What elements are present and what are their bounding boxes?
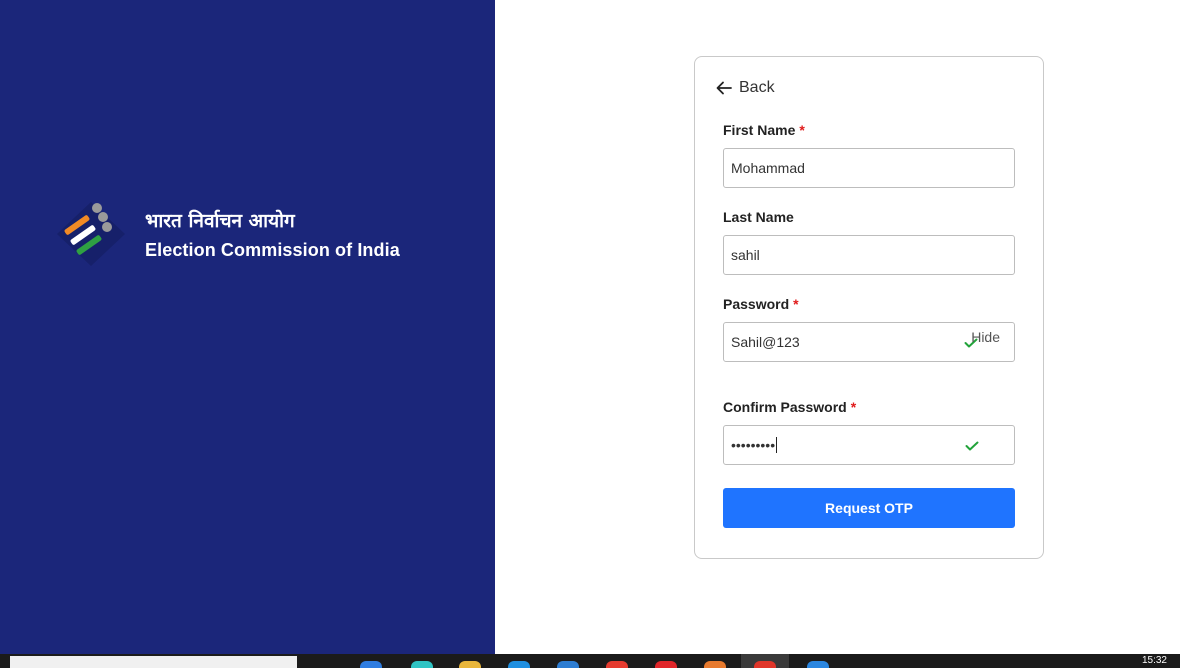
brand-english-name: Election Commission of India <box>145 239 400 260</box>
last-name-value: sahil <box>731 247 760 263</box>
taskbar-app-icon[interactable] <box>606 661 628 668</box>
last-name-input[interactable]: sahil <box>723 235 1015 275</box>
last-name-label-text: Last Name <box>723 209 794 225</box>
brand-hindi-name: भारत निर्वाचन आयोग <box>145 209 295 232</box>
taskbar-app-icon[interactable] <box>807 661 829 668</box>
required-mark: * <box>793 296 799 312</box>
taskbar-app-icon[interactable] <box>411 661 433 668</box>
first-name-label-text: First Name <box>723 122 796 138</box>
taskbar-app-icon[interactable] <box>704 661 726 668</box>
first-name-value: Mohammad <box>731 160 805 176</box>
required-mark: * <box>799 122 805 138</box>
request-otp-button[interactable]: Request OTP <box>723 488 1015 528</box>
confirm-password-masked: ••••••••• <box>731 437 776 453</box>
arrow-left-icon <box>716 81 732 95</box>
taskbar-app-icon[interactable] <box>360 661 382 668</box>
confirm-password-label-text: Confirm Password <box>723 399 847 415</box>
taskbar-app-icon[interactable] <box>655 661 677 668</box>
taskbar-app-icon[interactable] <box>557 661 579 668</box>
password-input[interactable]: Sahil@123 Hide <box>723 322 1015 362</box>
chrome-icon[interactable] <box>754 661 776 668</box>
last-name-label: Last Name <box>723 209 794 225</box>
first-name-input[interactable]: Mohammad <box>723 148 1015 188</box>
back-button[interactable]: Back <box>715 79 775 97</box>
required-mark: * <box>850 399 857 415</box>
first-name-label: First Name * <box>723 122 805 138</box>
taskbar: 15:32 <box>0 654 1180 668</box>
folder-icon[interactable] <box>459 661 481 668</box>
eci-logo-icon <box>55 200 127 268</box>
confirm-password-value: ••••••••• <box>731 437 778 453</box>
text-caret <box>776 437 778 453</box>
check-icon <box>965 441 979 451</box>
brand-title: भारत निर्वाचन आयोग Election Commission o… <box>145 208 400 261</box>
password-value: Sahil@123 <box>731 334 800 350</box>
confirm-password-label: Confirm Password * <box>723 399 856 415</box>
signup-card: Back First Name * Mohammad Last Name sahi… <box>694 56 1044 559</box>
password-label-text: Password <box>723 296 790 312</box>
taskbar-clock: 15:32 <box>1141 655 1167 666</box>
brand-block: भारत निर्वाचन आयोग Election Commission o… <box>55 200 400 268</box>
back-label: Back <box>739 79 775 96</box>
taskbar-search-box[interactable] <box>10 656 297 668</box>
brand-panel: भारत निर्वाचन आयोग Election Commission o… <box>0 0 495 654</box>
password-label: Password * <box>723 296 799 312</box>
password-visibility-toggle[interactable]: Hide <box>971 329 1000 345</box>
taskbar-app-icon[interactable] <box>508 661 530 668</box>
confirm-password-input[interactable]: ••••••••• <box>723 425 1015 465</box>
